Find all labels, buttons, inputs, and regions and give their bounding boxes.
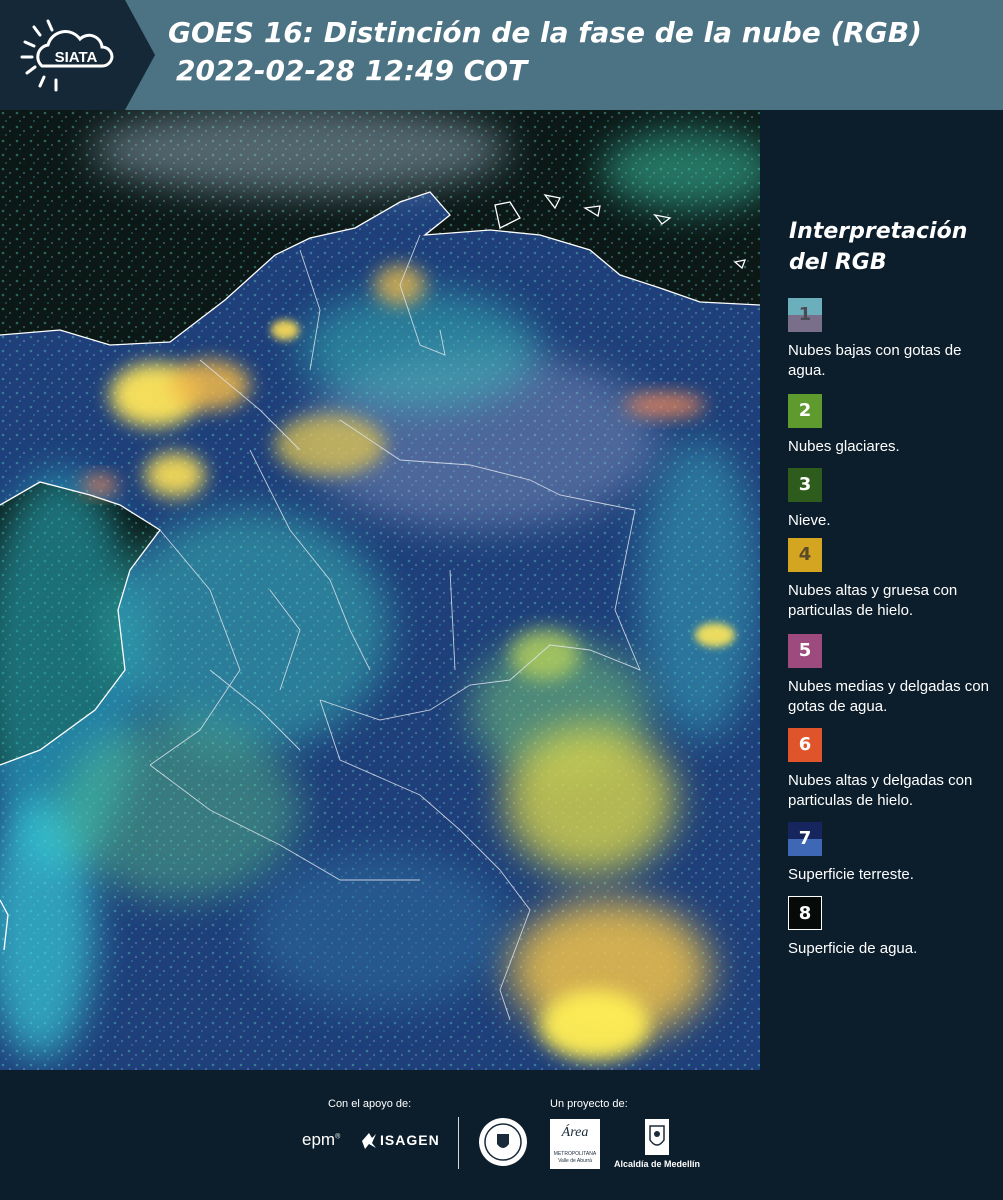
coat-of-arms-icon bbox=[645, 1119, 669, 1155]
support-label: Con el apoyo de: bbox=[328, 1098, 412, 1110]
legend-label: Nubes altas y delgadas con particulas de… bbox=[788, 772, 973, 809]
legend-title: Interpretación del RGB bbox=[789, 216, 989, 278]
legend-item: 2 Nubes glaciares. bbox=[788, 394, 998, 457]
legend-swatch: 6 bbox=[788, 728, 822, 762]
legend-item: 3 Nieve. bbox=[788, 468, 998, 531]
legend-title-line-1: Interpretación bbox=[789, 219, 968, 244]
legend-item: 1 Nubes bajas con gotas de agua. bbox=[788, 298, 998, 381]
legend-item: 8 Superficie de agua. bbox=[788, 896, 998, 959]
legend-swatch: 1 bbox=[788, 298, 822, 332]
legend-swatch: 8 bbox=[788, 896, 822, 930]
legend-item: 4 Nubes altas y gruesa con particulas de… bbox=[788, 538, 998, 621]
legend-panel: Interpretación del RGB 1 Nubes bajas con… bbox=[760, 110, 1003, 1070]
legend-swatch: 5 bbox=[788, 634, 822, 668]
legend-swatch: 4 bbox=[788, 538, 822, 572]
legend-item: 6 Nubes altas y delgadas con particulas … bbox=[788, 728, 998, 811]
legend-label: Nubes medias y delgadas con gotas de agu… bbox=[788, 678, 989, 715]
legend-label: Nubes bajas con gotas de agua. bbox=[788, 342, 962, 379]
epm-logo: epm® bbox=[302, 1130, 341, 1149]
legend-item: 5 Nubes medias y delgadas con gotas de a… bbox=[788, 634, 998, 717]
title-line-2: 2022-02-28 12:49 COT bbox=[176, 54, 528, 87]
legend-swatch: 2 bbox=[788, 394, 822, 428]
title-line-1: GOES 16: Distinción de la fase de la nub… bbox=[168, 16, 922, 49]
logo-text: SIATA bbox=[55, 49, 98, 66]
legend-label: Nieve. bbox=[788, 512, 831, 529]
footer-divider bbox=[458, 1117, 459, 1169]
legend-item: 7 Superficie terreste. bbox=[788, 822, 998, 885]
satellite-map bbox=[0, 110, 760, 1070]
header-bar: SIATA GOES 16: Distinción de la fase de … bbox=[0, 0, 1003, 110]
legend-swatch: 7 bbox=[788, 822, 822, 856]
legend-title-line-2: del RGB bbox=[789, 250, 887, 275]
legend-label: Nubes altas y gruesa con particulas de h… bbox=[788, 582, 958, 619]
isagen-mark-icon bbox=[362, 1133, 376, 1149]
legend-label: Superficie terreste. bbox=[788, 866, 914, 883]
page-title: GOES 16: Distinción de la fase de la nub… bbox=[168, 14, 922, 90]
legend-swatch: 3 bbox=[788, 468, 822, 502]
footer: Con el apoyo de: Un proyecto de: epm® IS… bbox=[0, 1070, 1003, 1200]
area-metropolitana-logo: Área METROPOLITANA Valle de Aburrá bbox=[550, 1119, 600, 1169]
legend-label: Superficie de agua. bbox=[788, 940, 918, 957]
project-label: Un proyecto de: bbox=[550, 1098, 628, 1110]
alcaldia-medellin-logo: Alcaldía de Medellín bbox=[612, 1118, 702, 1174]
siata-logo: SIATA bbox=[0, 0, 155, 110]
seal-logo bbox=[477, 1116, 529, 1172]
legend-label: Nubes glaciares. bbox=[788, 438, 900, 455]
